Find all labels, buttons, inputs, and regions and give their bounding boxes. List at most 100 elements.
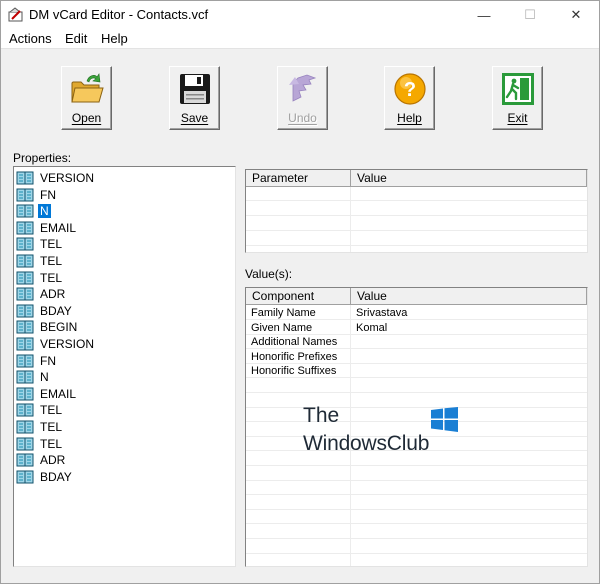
tree-item-label: TEL: [40, 237, 63, 252]
values-label: Value(s):: [245, 267, 293, 281]
book-icon: [16, 337, 34, 351]
tree-item[interactable]: TEL: [16, 236, 216, 252]
book-icon: [16, 420, 34, 434]
component-cell: Family Name: [251, 307, 316, 319]
open-button[interactable]: Open: [61, 66, 112, 130]
tree-item-label: TEL: [40, 254, 63, 268]
menu-bar: Actions Edit Help: [1, 29, 599, 49]
book-icon: [16, 271, 34, 285]
tree-item-label: VERSION: [40, 171, 95, 185]
tree-item[interactable]: FN: [16, 187, 216, 203]
table-row: [246, 510, 587, 525]
column-header-parameter[interactable]: Parameter: [246, 170, 351, 187]
value-cell: [351, 350, 581, 364]
exit-button-label: Exit: [507, 111, 528, 125]
book-icon: [16, 354, 34, 368]
column-header-component[interactable]: Component: [246, 288, 351, 305]
value-cell: Srivastava: [356, 307, 408, 319]
value-cell: Komal: [356, 321, 388, 334]
tree-item[interactable]: EMAIL: [16, 220, 216, 236]
component-cell: Honorific Prefixes: [251, 350, 338, 363]
help-button[interactable]: ? Help: [384, 66, 435, 130]
table-row: [246, 217, 587, 231]
book-icon: [16, 171, 34, 185]
parameter-table-header: Parameter Value: [246, 170, 587, 187]
save-button[interactable]: Save: [169, 66, 220, 130]
folder-open-icon: [71, 73, 104, 103]
open-button-label: Open: [71, 111, 102, 125]
table-row[interactable]: Family Name Srivastava: [246, 306, 587, 320]
book-icon: [16, 304, 34, 318]
menu-help[interactable]: Help: [99, 31, 130, 46]
table-row: [246, 379, 587, 393]
tree-item[interactable]: TEL: [16, 436, 216, 452]
table-row[interactable]: Additional Names: [246, 335, 587, 350]
undo-button[interactable]: Undo: [277, 66, 328, 130]
tree-item[interactable]: EMAIL: [16, 386, 216, 402]
column-header-value[interactable]: Value: [351, 170, 587, 187]
table-row[interactable]: Honorific Suffixes: [246, 364, 587, 379]
tree-item-label: FN: [40, 187, 56, 202]
tree-item-label: TEL: [40, 270, 63, 285]
tree-item-label: TEL: [40, 420, 63, 434]
undo-icon: [289, 74, 317, 102]
tree-item-label: TEL: [40, 403, 63, 418]
vcard-app-icon: [8, 7, 23, 22]
tree-item[interactable]: N: [16, 203, 216, 219]
tree-item[interactable]: N: [16, 369, 216, 385]
tree-item[interactable]: TEL: [16, 253, 216, 269]
table-row: [246, 525, 587, 539]
maximize-button[interactable]: ☐: [507, 1, 553, 29]
values-table-header: Component Value: [246, 288, 587, 305]
tree-item[interactable]: TEL: [16, 419, 216, 435]
tree-item-label: N: [40, 370, 49, 385]
minimize-button[interactable]: —: [461, 1, 507, 29]
table-row[interactable]: Given Name Komal: [246, 321, 587, 335]
properties-tree[interactable]: VERSION FN N EMAIL TEL TEL TEL ADR BDAY BEGIN VERS…: [13, 166, 236, 567]
tree-item-label: TEL: [40, 436, 63, 451]
svg-text:?: ?: [404, 79, 416, 101]
tree-item-label: EMAIL: [40, 386, 77, 401]
book-icon: [16, 254, 34, 268]
table-row: [246, 467, 587, 481]
book-icon: [16, 188, 34, 202]
exit-button[interactable]: Exit: [492, 66, 543, 130]
tree-item[interactable]: BDAY: [16, 303, 216, 319]
tree-item[interactable]: VERSION: [16, 170, 216, 186]
tree-item-label: VERSION: [40, 337, 95, 351]
tree-item-label: N: [38, 204, 51, 219]
tree-item[interactable]: FN: [16, 353, 216, 369]
windows-logo-icon: [431, 407, 458, 432]
table-row: [246, 496, 587, 510]
table-row: [246, 202, 587, 216]
book-icon: [16, 221, 34, 235]
tree-item-label: BDAY: [40, 469, 72, 484]
table-row[interactable]: Honorific Prefixes: [246, 350, 587, 364]
properties-label: Properties:: [13, 151, 72, 165]
tree-item[interactable]: TEL: [16, 270, 216, 286]
window-title: DM vCard Editor - Contacts.vcf: [29, 7, 209, 22]
app-window: DM vCard Editor - Contacts.vcf — ☐ ✕ Act…: [0, 0, 600, 584]
tree-item[interactable]: TEL: [16, 402, 216, 418]
book-icon: [16, 387, 34, 401]
exit-door-icon: [502, 73, 534, 105]
menu-actions[interactable]: Actions: [7, 31, 54, 46]
tree-item[interactable]: ADR: [16, 452, 216, 468]
tree-item[interactable]: BDAY: [16, 469, 216, 485]
tree-item-label: BEGIN: [40, 320, 78, 335]
tree-item[interactable]: BEGIN: [16, 319, 216, 335]
tree-item[interactable]: VERSION: [16, 336, 216, 352]
close-button[interactable]: ✕: [553, 1, 599, 29]
table-row: [246, 187, 587, 201]
book-icon: [16, 453, 34, 467]
tree-item[interactable]: ADR: [16, 286, 216, 302]
menu-edit[interactable]: Edit: [63, 31, 89, 46]
parameter-table[interactable]: Parameter Value: [245, 169, 588, 253]
title-bar[interactable]: DM vCard Editor - Contacts.vcf — ☐ ✕: [1, 1, 599, 29]
table-row: [246, 481, 587, 496]
book-icon: [16, 437, 34, 451]
help-button-label: Help: [397, 111, 422, 125]
column-header-value[interactable]: Value: [351, 288, 587, 305]
book-icon: [16, 204, 34, 218]
component-cell: Additional Names: [251, 336, 338, 349]
